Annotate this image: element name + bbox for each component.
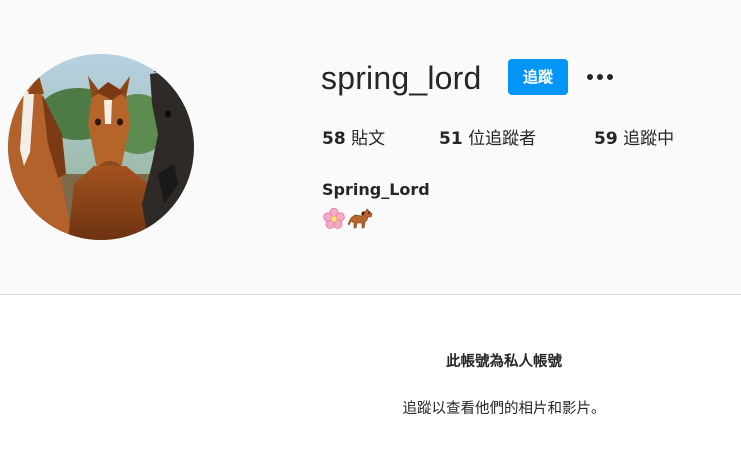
more-options-icon[interactable] bbox=[584, 64, 616, 90]
horse-icon bbox=[348, 208, 373, 229]
following-label: 追蹤中 bbox=[617, 129, 675, 149]
posts-count: 58 bbox=[322, 129, 346, 149]
private-account-title: 此帳號為私人帳號 bbox=[446, 354, 562, 370]
posts-label: 貼文 bbox=[345, 129, 386, 149]
followers-count: 51 bbox=[439, 129, 463, 149]
posts-count-stat: 58 貼文 bbox=[322, 127, 385, 151]
more-options-dot bbox=[597, 74, 603, 80]
following-count-stat[interactable]: 59 追蹤中 bbox=[594, 127, 674, 151]
profile-avatar[interactable] bbox=[8, 54, 194, 240]
following-count: 59 bbox=[594, 129, 618, 149]
followers-count-stat[interactable]: 51 位追蹤者 bbox=[439, 127, 536, 151]
cherry-blossom-icon bbox=[323, 207, 345, 229]
followers-label: 位追蹤者 bbox=[462, 129, 537, 149]
more-options-dot bbox=[587, 74, 593, 80]
profile-username: spring_lord bbox=[321, 60, 482, 96]
profile-full-name: Spring_Lord bbox=[322, 180, 430, 199]
profile-header: spring_lord 追蹤 58 貼文 51 位追蹤者 59 追蹤中 Spri… bbox=[0, 0, 741, 295]
private-account-subtitle: 追蹤以查看他們的相片和影片。 bbox=[402, 401, 606, 417]
follow-button[interactable]: 追蹤 bbox=[508, 59, 568, 95]
profile-bio bbox=[322, 207, 374, 231]
more-options-dot bbox=[607, 74, 613, 80]
avatar-horses-image bbox=[8, 54, 194, 240]
private-account-notice: 此帳號為私人帳號 追蹤以查看他們的相片和影片。 bbox=[0, 296, 741, 474]
